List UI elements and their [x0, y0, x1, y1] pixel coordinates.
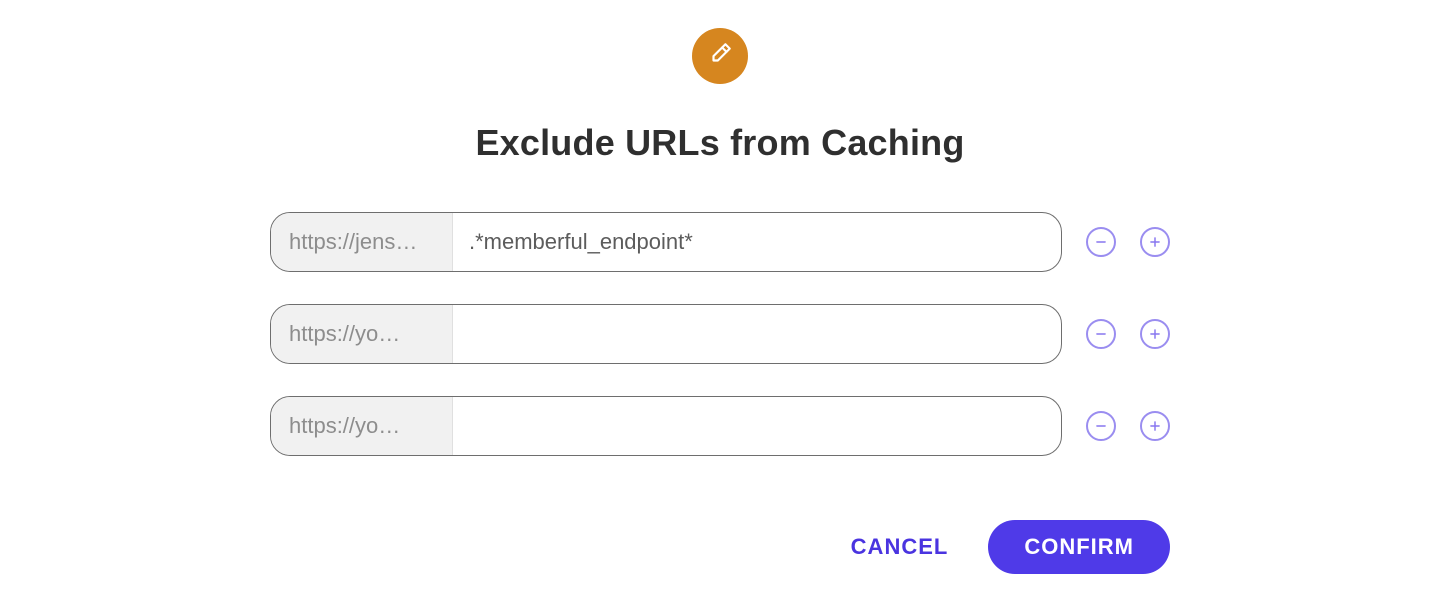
confirm-button[interactable]: CONFIRM [988, 520, 1170, 574]
url-input[interactable] [453, 397, 1061, 455]
edit-badge [692, 28, 748, 84]
url-prefix: https://jens… [271, 213, 453, 271]
cancel-button[interactable]: CANCEL [851, 534, 949, 560]
url-prefix: https://yo… [271, 305, 453, 363]
url-rows: https://jens… https://yo… [270, 212, 1170, 456]
minus-icon [1094, 235, 1108, 249]
url-row: https://jens… [270, 212, 1170, 272]
modal-title: Exclude URLs from Caching [475, 122, 964, 164]
remove-url-button[interactable] [1086, 319, 1116, 349]
minus-icon [1094, 419, 1108, 433]
url-field: https://yo… [270, 396, 1062, 456]
plus-icon [1148, 419, 1162, 433]
url-field: https://yo… [270, 304, 1062, 364]
url-row: https://yo… [270, 396, 1170, 456]
url-row: https://yo… [270, 304, 1170, 364]
url-field: https://jens… [270, 212, 1062, 272]
url-input[interactable] [453, 213, 1061, 271]
pencil-icon [707, 41, 733, 72]
url-input[interactable] [453, 305, 1061, 363]
exclude-urls-modal: Exclude URLs from Caching https://jens… … [270, 0, 1170, 574]
url-prefix: https://yo… [271, 397, 453, 455]
modal-actions: CANCEL CONFIRM [270, 520, 1170, 574]
add-url-button[interactable] [1140, 411, 1170, 441]
add-url-button[interactable] [1140, 319, 1170, 349]
add-url-button[interactable] [1140, 227, 1170, 257]
plus-icon [1148, 235, 1162, 249]
minus-icon [1094, 327, 1108, 341]
plus-icon [1148, 327, 1162, 341]
remove-url-button[interactable] [1086, 411, 1116, 441]
remove-url-button[interactable] [1086, 227, 1116, 257]
